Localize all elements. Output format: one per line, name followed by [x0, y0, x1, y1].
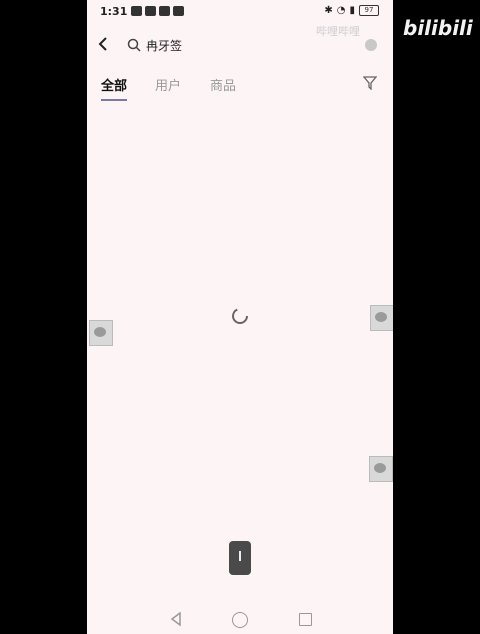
tab-all[interactable]: 全部: [101, 75, 127, 94]
system-status: ✱ ◔ ▮ 97: [324, 5, 379, 16]
notification-icon: [145, 6, 156, 16]
bilibili-logo: bilibili: [403, 16, 473, 40]
bluetooth-icon: ✱: [324, 5, 333, 16]
filter-icon[interactable]: [363, 76, 377, 90]
result-tabs: 全部 用户 商品: [87, 70, 393, 104]
wifi-icon: ◔: [336, 5, 346, 16]
navigation-bar: [87, 606, 393, 634]
search-icon: [127, 38, 141, 52]
sticker-image: [369, 456, 393, 482]
notification-icons: [131, 6, 184, 16]
status-bar: 1:31 ✱ ◔ ▮ 97: [87, 0, 393, 24]
floating-button[interactable]: [229, 541, 251, 575]
sticker-image: [370, 305, 393, 331]
screen: 1:31 ✱ ◔ ▮ 97 冉牙签 全部 用户 商品 哔哩哔哩 bilibili: [0, 0, 480, 634]
tab-users[interactable]: 用户: [155, 75, 181, 94]
notification-icon: [131, 6, 142, 16]
notification-icon: [173, 6, 184, 16]
nav-recent-apps-icon[interactable]: [299, 613, 312, 626]
phone-screen: 1:31 ✱ ◔ ▮ 97 冉牙签 全部 用户 商品: [87, 0, 393, 634]
loading-spinner-icon: [232, 308, 248, 324]
tab-products[interactable]: 商品: [210, 75, 236, 94]
notification-icon: [159, 6, 170, 16]
signal-icon: ▮: [349, 5, 355, 16]
watermark-text: 哔哩哔哩: [316, 25, 360, 38]
nav-home-icon[interactable]: [232, 612, 248, 628]
sticker-image: [89, 320, 113, 346]
search-input[interactable]: 冉牙签: [146, 37, 182, 54]
status-time: 1:31: [100, 5, 128, 18]
clear-search-icon[interactable]: [365, 39, 377, 51]
active-tab-indicator: [101, 99, 127, 101]
nav-back-icon[interactable]: [170, 612, 182, 626]
back-arrow-icon[interactable]: [96, 36, 110, 52]
battery-icon: 97: [359, 5, 379, 16]
